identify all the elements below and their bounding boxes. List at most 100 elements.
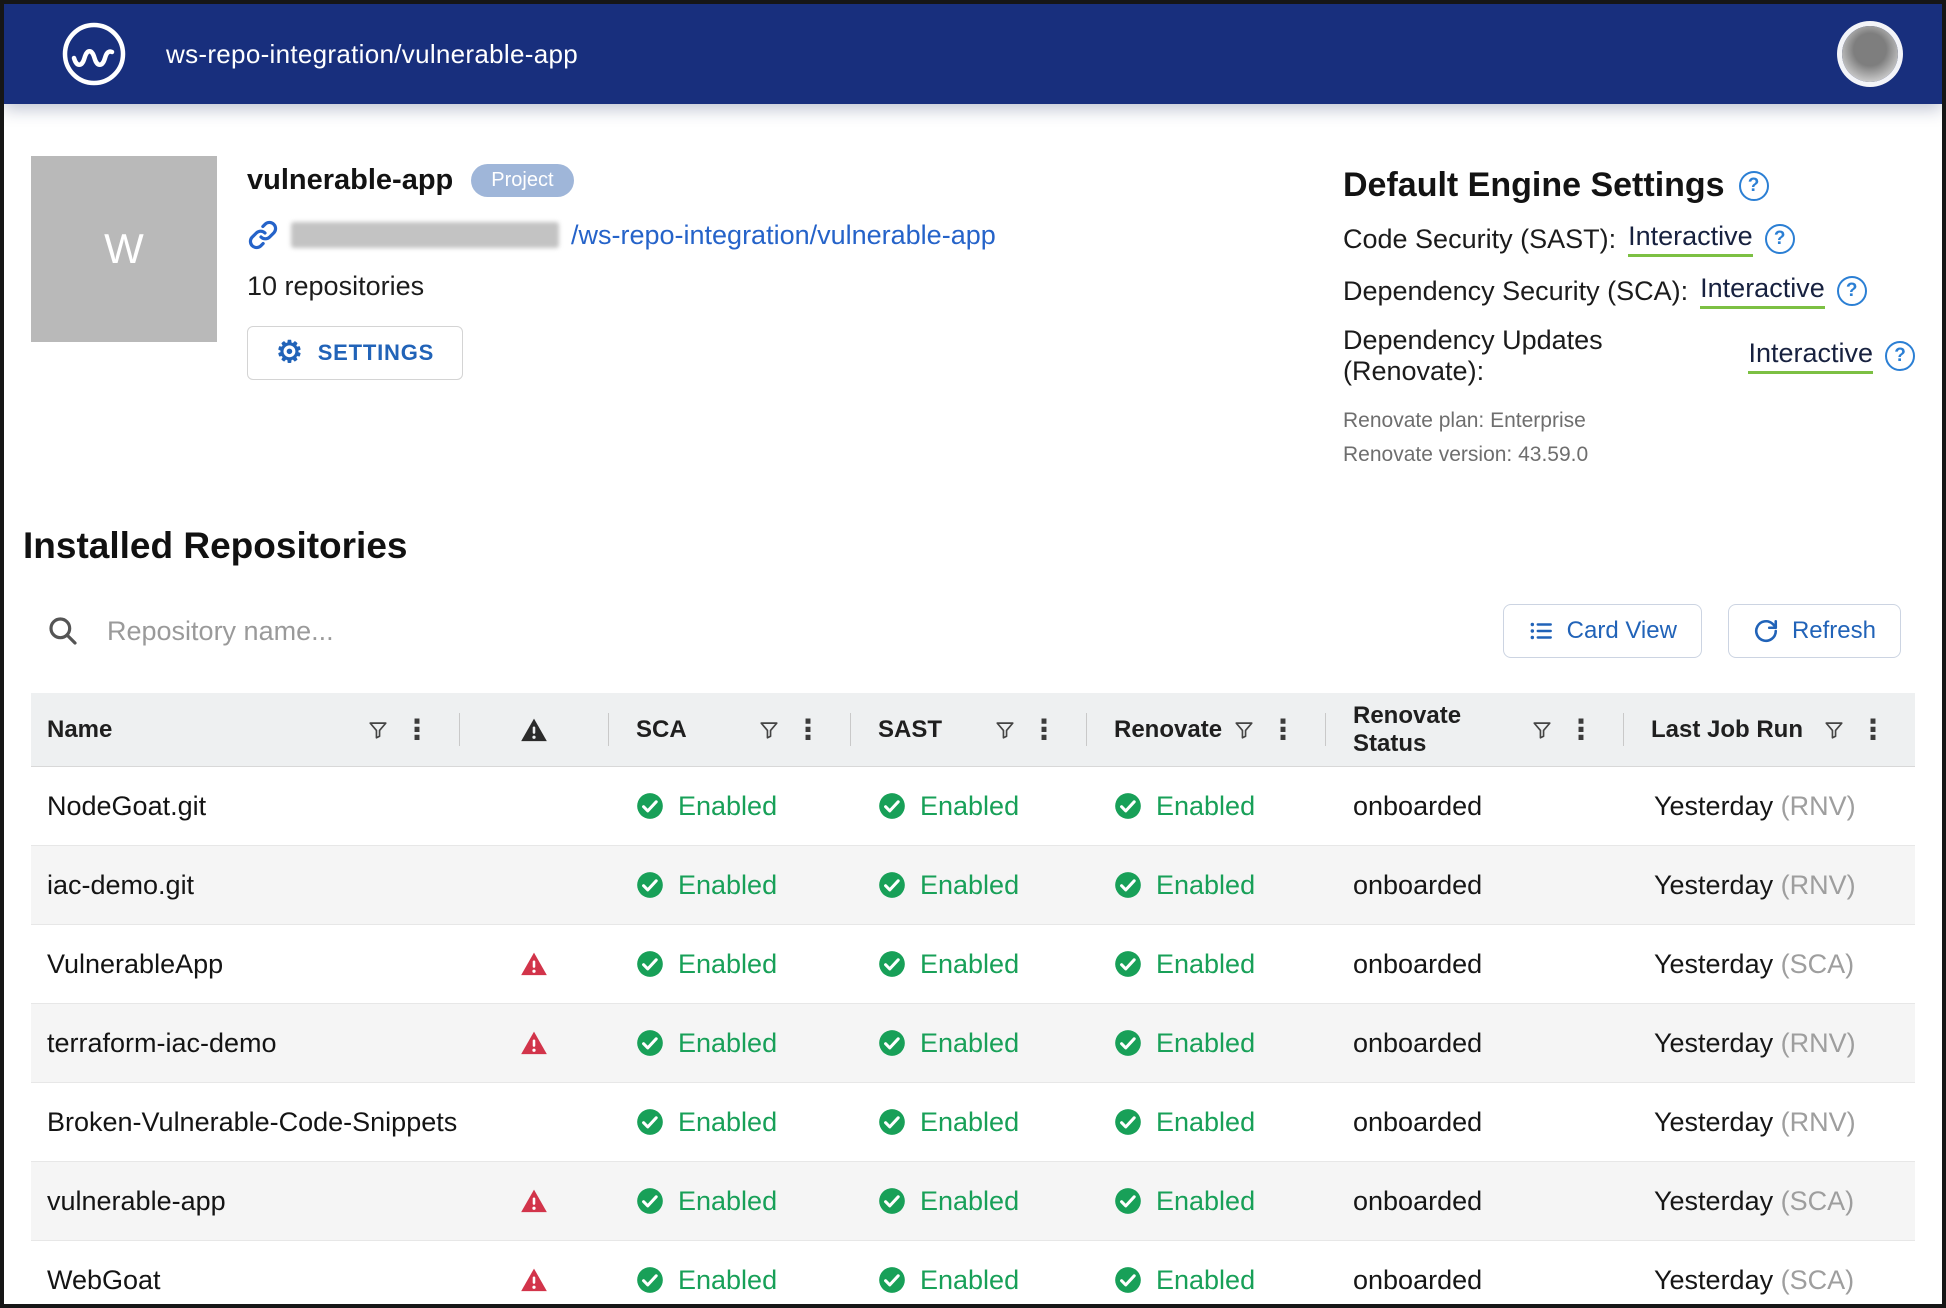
engine-settings-title: Default Engine Settings — [1343, 166, 1725, 205]
warning-icon — [520, 1029, 548, 1057]
engine-setting-label: Dependency Updates (Renovate): — [1343, 325, 1736, 387]
settings-button[interactable]: ⚙ SETTINGS — [247, 326, 463, 380]
last-job-value: Yesterday — [1654, 791, 1781, 821]
kebab-menu-icon[interactable]: ⋮ — [1565, 714, 1597, 746]
table-row[interactable]: Broken-Vulnerable-Code-Snippets Enabled … — [31, 1083, 1915, 1162]
kebab-menu-icon[interactable]: ⋮ — [401, 714, 433, 746]
kebab-menu-icon[interactable]: ⋮ — [792, 714, 824, 746]
enabled-check-icon — [878, 871, 906, 899]
last-job-tag: (RNV) — [1781, 1107, 1856, 1137]
engine-setting-label: Code Security (SAST): — [1343, 224, 1616, 255]
card-view-icon — [1528, 618, 1554, 644]
enabled-check-icon — [878, 1266, 906, 1294]
help-icon[interactable]: ? — [1739, 171, 1769, 201]
warning-icon — [520, 1266, 548, 1294]
repo-name: Broken-Vulnerable-Code-Snippets — [47, 1107, 457, 1137]
card-view-button[interactable]: Card View — [1503, 604, 1702, 658]
last-job-tag: (SCA) — [1781, 949, 1855, 979]
sca-status-label: Enabled — [678, 1186, 777, 1217]
sca-status-label: Enabled — [678, 1107, 777, 1138]
last-job-tag: (RNV) — [1781, 791, 1856, 821]
column-header-renovate-status: Renovate Status ⋮ — [1325, 693, 1623, 766]
table-row[interactable]: terraform-iac-demo Enabled Enabled Enabl… — [31, 1004, 1915, 1083]
project-avatar-letter: W — [104, 225, 144, 273]
renovate-plan: Renovate plan: Enterprise — [1343, 409, 1915, 433]
table-row[interactable]: iac-demo.git Enabled Enabled Enabled onb… — [31, 846, 1915, 925]
repo-count: 10 repositories — [247, 271, 996, 302]
sast-status-label: Enabled — [920, 870, 1019, 901]
warning-column-icon — [520, 716, 548, 744]
enabled-check-icon — [1114, 1266, 1142, 1294]
sast-status-label: Enabled — [920, 1028, 1019, 1059]
engine-setting-value[interactable]: Interactive — [1700, 273, 1825, 309]
refresh-button[interactable]: Refresh — [1728, 604, 1901, 658]
renovate-status-label: Enabled — [1156, 1028, 1255, 1059]
kebab-menu-icon[interactable]: ⋮ — [1857, 714, 1889, 746]
search-input[interactable] — [105, 615, 1503, 648]
table-row[interactable]: VulnerableApp Enabled Enabled Enabled on… — [31, 925, 1915, 1004]
filter-icon[interactable] — [1231, 717, 1257, 743]
sast-status-label: Enabled — [920, 949, 1019, 980]
section-title: Installed Repositories — [23, 525, 1915, 567]
gear-icon: ⚙ — [276, 338, 304, 368]
table-row[interactable]: NodeGoat.git Enabled Enabled Enabled onb… — [31, 767, 1915, 846]
enabled-check-icon — [636, 950, 664, 978]
help-icon[interactable]: ? — [1885, 341, 1915, 371]
last-job-value: Yesterday — [1654, 1186, 1781, 1216]
enabled-check-icon — [636, 792, 664, 820]
renovate-status-value: onboarded — [1353, 1186, 1482, 1216]
sca-status-label: Enabled — [678, 870, 777, 901]
enabled-check-icon — [1114, 950, 1142, 978]
table-row[interactable]: vulnerable-app Enabled Enabled Enabled o… — [31, 1162, 1915, 1241]
filter-icon[interactable] — [1821, 717, 1847, 743]
mend-logo-icon[interactable] — [60, 20, 128, 88]
repo-link[interactable]: /ws-repo-integration/vulnerable-app — [571, 220, 996, 251]
enabled-check-icon — [878, 1029, 906, 1057]
kebab-menu-icon[interactable]: ⋮ — [1028, 714, 1060, 746]
table-body: NodeGoat.git Enabled Enabled Enabled onb… — [31, 767, 1915, 1308]
column-header-warning — [459, 693, 608, 766]
filter-icon[interactable] — [756, 717, 782, 743]
renovate-version: Renovate version: 43.59.0 — [1343, 443, 1915, 467]
last-job-tag: (SCA) — [1781, 1186, 1855, 1216]
column-header-sca: SCA ⋮ — [608, 693, 850, 766]
search-icon — [47, 615, 79, 647]
sca-status-label: Enabled — [678, 791, 777, 822]
sca-status-label: Enabled — [678, 949, 777, 980]
help-icon[interactable]: ? — [1765, 224, 1795, 254]
user-avatar[interactable] — [1842, 26, 1898, 82]
engine-setting-value[interactable]: Interactive — [1628, 221, 1753, 257]
engine-setting-value[interactable]: Interactive — [1748, 338, 1873, 374]
main-content: W vulnerable-app Project /ws-repo-integr… — [4, 156, 1942, 1308]
project-badge: Project — [471, 164, 573, 197]
sast-status-label: Enabled — [920, 1186, 1019, 1217]
last-job-tag: (RNV) — [1781, 1028, 1856, 1058]
table-header-row: Name ⋮ SCA ⋮ — [31, 693, 1915, 767]
engine-setting-sast: Code Security (SAST): Interactive ? — [1343, 221, 1915, 257]
renovate-status-label: Enabled — [1156, 791, 1255, 822]
enabled-check-icon — [878, 1187, 906, 1215]
column-header-name: Name ⋮ — [31, 693, 459, 766]
settings-button-label: SETTINGS — [318, 340, 434, 366]
filter-icon[interactable] — [365, 717, 391, 743]
kebab-menu-icon[interactable]: ⋮ — [1267, 714, 1299, 746]
breadcrumb: ws-repo-integration/vulnerable-app — [166, 39, 578, 70]
renovate-status-label: Enabled — [1156, 949, 1255, 980]
renovate-status-value: onboarded — [1353, 949, 1482, 979]
engine-setting-label: Dependency Security (SCA): — [1343, 276, 1688, 307]
renovate-status-label: Enabled — [1156, 1265, 1255, 1296]
filter-icon[interactable] — [1529, 717, 1555, 743]
card-view-label: Card View — [1567, 617, 1677, 645]
column-header-last-job-run: Last Job Run ⋮ — [1623, 693, 1915, 766]
enabled-check-icon — [636, 1108, 664, 1136]
filter-icon[interactable] — [992, 717, 1018, 743]
enabled-check-icon — [1114, 1108, 1142, 1136]
renovate-status-value: onboarded — [1353, 870, 1482, 900]
help-icon[interactable]: ? — [1837, 276, 1867, 306]
renovate-status-value: onboarded — [1353, 1107, 1482, 1137]
project-avatar: W — [31, 156, 217, 342]
table-row[interactable]: WebGoat Enabled Enabled Enabled onboarde… — [31, 1241, 1915, 1308]
sca-status-label: Enabled — [678, 1265, 777, 1296]
column-header-sast: SAST ⋮ — [850, 693, 1086, 766]
repositories-table: Name ⋮ SCA ⋮ — [31, 693, 1915, 1308]
